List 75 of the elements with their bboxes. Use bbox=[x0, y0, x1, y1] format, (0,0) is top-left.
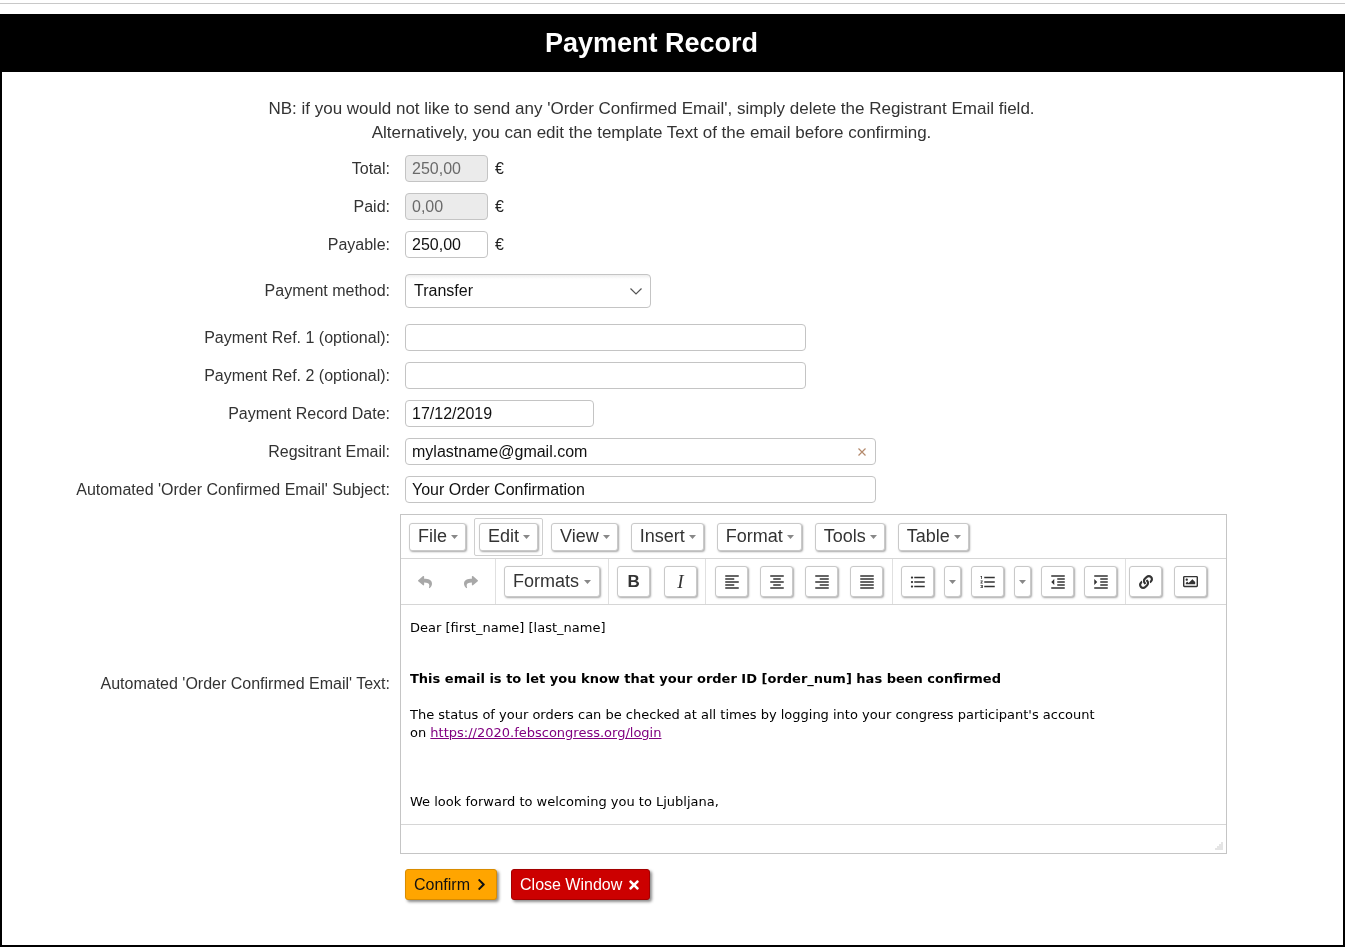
field-label: Regsitrant Email: bbox=[268, 442, 390, 461]
link-icon bbox=[1138, 574, 1153, 589]
page-title: Payment Record bbox=[544, 27, 759, 59]
field-label: Payment Record Date: bbox=[228, 404, 390, 423]
align-center-icon bbox=[767, 572, 786, 591]
email-paragraph: The status of your orders can be checked at all times by logging into your congress participant's account on https://2020.febscongress.org/login bbox=[410, 706, 1096, 742]
formats-dropdown[interactable]: Formats bbox=[504, 566, 600, 597]
align-center-button[interactable] bbox=[760, 566, 793, 597]
menu-button[interactable]: File bbox=[409, 522, 466, 551]
caret-icon bbox=[688, 534, 696, 539]
bold-button[interactable]: B bbox=[617, 566, 650, 597]
caret-icon bbox=[949, 579, 956, 584]
field-label: Payment Ref. 2 (optional): bbox=[204, 366, 390, 385]
align-left-icon bbox=[722, 572, 741, 591]
indent-button[interactable] bbox=[1084, 566, 1117, 597]
currency-symbol: € bbox=[495, 159, 504, 178]
reference-field[interactable] bbox=[405, 362, 806, 389]
chevron-down-icon bbox=[630, 287, 642, 295]
field-label: Payment method: bbox=[264, 282, 390, 300]
caret-icon bbox=[1019, 579, 1026, 584]
email-greeting: Dear [first_name] [last_name] bbox=[410, 619, 607, 637]
field-label: Total: bbox=[351, 159, 390, 178]
caret-icon bbox=[869, 534, 877, 539]
email-closing: We look forward to welcoming you to Ljubljana, bbox=[410, 793, 720, 811]
caret-icon bbox=[953, 534, 961, 539]
numbered-list-button[interactable] bbox=[971, 566, 1004, 597]
field-label: Paid: bbox=[353, 197, 390, 216]
align-right-icon bbox=[812, 572, 831, 591]
link-button[interactable] bbox=[1129, 566, 1162, 597]
caret-icon bbox=[523, 534, 531, 539]
menu-button[interactable]: Format bbox=[716, 522, 802, 551]
field-label: Automated 'Order Confirmed Email' Subject: bbox=[76, 480, 390, 499]
date-field[interactable]: 17/12/2019 bbox=[405, 400, 594, 427]
redo-icon bbox=[464, 574, 478, 589]
image-button[interactable] bbox=[1174, 566, 1207, 597]
notice-text: NB: if you would not like to send any 'Order Confirmed Email', simply delete the Registrant Email field. bbox=[268, 98, 1035, 120]
undo-icon bbox=[418, 574, 432, 589]
resize-handle-icon[interactable] bbox=[1215, 842, 1223, 850]
currency-symbol: € bbox=[495, 197, 504, 216]
subject-field[interactable]: Your Order Confirmation bbox=[405, 476, 876, 503]
field-label: Automated 'Order Confirmed Email' Text: bbox=[100, 675, 390, 693]
notice-text: Alternatively, you can edit the template Text of the email before confirming. bbox=[371, 122, 932, 144]
field-label: Payable: bbox=[327, 235, 390, 254]
reference-field[interactable] bbox=[405, 324, 806, 351]
indent-icon bbox=[1091, 572, 1110, 591]
outdent-button[interactable] bbox=[1041, 566, 1074, 597]
caret-icon bbox=[584, 579, 591, 584]
italic-button[interactable]: I bbox=[664, 566, 697, 597]
email-heading: This email is to let you know that your order ID [order_num] has been confirmed bbox=[410, 670, 1002, 688]
menu-button[interactable]: Insert bbox=[630, 522, 704, 551]
align-justify-icon bbox=[857, 572, 876, 591]
chevron-right-icon bbox=[475, 878, 488, 891]
clear-icon[interactable] bbox=[858, 448, 866, 456]
align-left-button[interactable] bbox=[715, 566, 748, 597]
caret-icon bbox=[451, 534, 458, 539]
currency-symbol: € bbox=[495, 235, 504, 254]
email-field[interactable]: mylastname@gmail.com bbox=[405, 438, 876, 465]
caret-icon bbox=[602, 534, 610, 539]
payment-method-select[interactable]: Transfer bbox=[405, 274, 651, 308]
menu-button[interactable]: Tools bbox=[814, 522, 885, 551]
field-label: Payment Ref. 1 (optional): bbox=[204, 328, 390, 347]
image-icon bbox=[1183, 574, 1198, 589]
close-window-button[interactable]: Close Window bbox=[511, 869, 651, 900]
caret-icon bbox=[786, 534, 794, 539]
menu-button[interactable]: View bbox=[551, 522, 618, 551]
align-justify-button[interactable] bbox=[850, 566, 883, 597]
login-link[interactable]: https://2020.febscongress.org/login bbox=[430, 725, 662, 740]
close-icon bbox=[627, 877, 642, 892]
menu-button[interactable]: Edit bbox=[479, 522, 539, 551]
menu-button[interactable]: Table bbox=[897, 522, 969, 551]
align-right-button[interactable] bbox=[805, 566, 838, 597]
amount-field[interactable]: 250,00 bbox=[405, 231, 488, 258]
bullet-list-button[interactable] bbox=[901, 566, 934, 597]
confirm-button[interactable]: Confirm bbox=[405, 869, 497, 900]
outdent-icon bbox=[1048, 572, 1067, 591]
